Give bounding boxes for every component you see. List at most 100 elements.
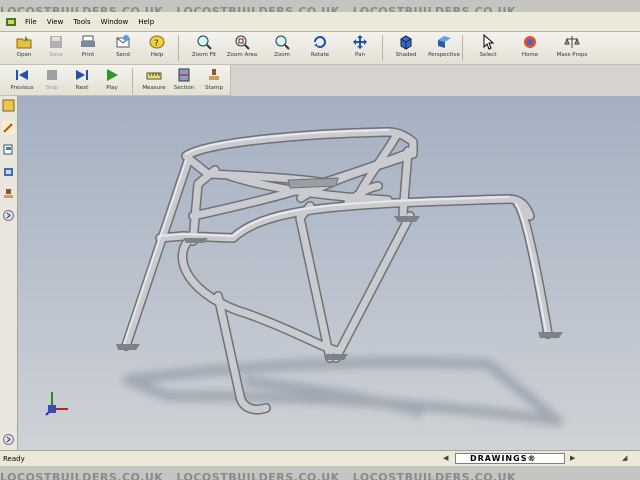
resize-grip-icon[interactable]: ◢: [622, 454, 627, 462]
menu-tools[interactable]: Tools: [68, 18, 95, 26]
menu-window[interactable]: Window: [96, 18, 134, 26]
toolbar-button-label: Measure: [142, 85, 166, 91]
toolbar-button-label: Zoom Area: [226, 52, 258, 58]
roll-cage-model: [45, 127, 563, 426]
play-icon: [107, 69, 118, 81]
toolbar-button-label: Pan: [355, 52, 365, 58]
menu-help[interactable]: Help: [133, 18, 159, 26]
tb-mass-props-button[interactable]: Mass Props: [556, 34, 588, 62]
toolbar-button-label: Home: [521, 52, 539, 58]
toolbar-button-label: Print: [81, 52, 95, 58]
toolbar-button-label: Zoom: [274, 52, 290, 58]
tb-print-button[interactable]: Print: [72, 34, 104, 62]
markup-pen-icon[interactable]: [2, 121, 15, 134]
measure-icon: [146, 72, 162, 80]
tb-shaded-button[interactable]: Shaded: [390, 34, 422, 62]
toolbar-button-label: Play: [106, 85, 118, 91]
watermark-bottom: LOCOSTBUILDERS.CO.UK LOCOSTBUILDERS.CO.U…: [0, 466, 640, 480]
toolbar-button-label: Help: [150, 52, 164, 58]
help-icon: ?: [149, 35, 165, 49]
zoom-icon: [275, 35, 290, 50]
zoom-area-icon: [235, 35, 250, 50]
toolbar-button-label: Rotate: [310, 52, 329, 58]
toolbar-separator: [132, 68, 133, 94]
anim-stamp-button[interactable]: Stamp: [198, 67, 230, 95]
status-bar: Ready ◀ DRAWINGS® ▶ ◢: [0, 450, 640, 467]
tb-pan-button[interactable]: Pan: [344, 34, 376, 62]
animation-toolbar: Previous Stop Next Play Measure Section Stamp: [0, 65, 231, 96]
watermark-top: LOCOSTBUILDERS.CO.UK LOCOSTBUILDERS.CO.U…: [0, 0, 640, 12]
tb-save-button[interactable]: Save: [40, 34, 72, 62]
tb-rotate-button[interactable]: Rotate: [304, 34, 336, 62]
toolbar-button-label: Section: [173, 85, 195, 91]
status-text: Ready: [3, 455, 25, 463]
anim-section-button[interactable]: Section: [168, 67, 200, 95]
anim-stop-button[interactable]: Stop: [36, 67, 68, 95]
tab-scroll-left-icon[interactable]: ◀: [443, 454, 448, 462]
anim-play-button[interactable]: Play: [96, 67, 128, 95]
3d-viewport[interactable]: [18, 96, 640, 450]
perspective-icon: [438, 36, 451, 48]
toolbar-button-label: Stamp: [205, 85, 223, 91]
shaded-cube-icon: [400, 35, 412, 50]
toolbar-button-label: Zoom Fit: [191, 52, 217, 58]
menu-bar: File View Tools Window Help: [0, 12, 640, 32]
toolbar-button-label: Mass Props: [556, 52, 588, 58]
anim-measure-button[interactable]: Measure: [138, 67, 170, 95]
menu-file[interactable]: File: [20, 18, 42, 26]
app-logo-icon: [6, 17, 16, 26]
watermark-text: LOCOSTBUILDERS.CO.UK: [0, 471, 164, 480]
expand-chevron-icon[interactable]: [2, 209, 15, 222]
stamp-icon: [209, 69, 219, 80]
axis-triad-icon: [45, 392, 68, 416]
send-mail-icon: [116, 35, 130, 48]
open-folder-icon: [16, 36, 32, 49]
tb-open-button[interactable]: Open: [8, 34, 40, 62]
tb-perspective-button[interactable]: Perspective: [428, 34, 460, 62]
anim-next-button[interactable]: Next: [66, 67, 98, 95]
toolbar-button-label: Shaded: [395, 52, 417, 58]
mass-props-icon: [564, 36, 580, 48]
svg-text:?: ?: [154, 39, 159, 49]
toolbar-button-label: Select: [479, 52, 497, 58]
toolbar-separator: [178, 35, 179, 61]
anim-previous-button[interactable]: Previous: [6, 67, 38, 95]
drawings-tab-label: DRAWINGS®: [470, 454, 537, 463]
model-tree-icon[interactable]: [2, 99, 15, 112]
drawings-tab[interactable]: DRAWINGS®: [455, 453, 565, 464]
tab-scroll-right-icon[interactable]: ▶: [570, 454, 575, 462]
collapse-chevron-icon[interactable]: [2, 433, 15, 446]
toolbar-button-label: Send: [116, 52, 130, 58]
select-cursor-icon: [483, 34, 495, 50]
previous-icon: [16, 70, 28, 80]
stop-icon: [47, 70, 57, 80]
model-shadow: [123, 357, 563, 426]
rotate-icon: [314, 36, 326, 48]
tb-zoom-button[interactable]: Zoom: [266, 34, 298, 62]
configurations-icon[interactable]: [2, 165, 15, 178]
tb-help-button[interactable]: ? Help: [141, 34, 173, 62]
save-disk-icon: [50, 36, 62, 48]
tb-zoom-fit-button[interactable]: Zoom Fit: [188, 34, 220, 62]
main-toolbar: Open Save Print Send? Help Zoom Fit Zoom Area Z…: [0, 32, 640, 65]
zoom-fit-icon: [197, 35, 212, 50]
stamp-tool-icon[interactable]: [2, 187, 15, 200]
toolbar-button-label: Open: [16, 52, 32, 58]
home-icon: [524, 36, 536, 48]
print-icon: [81, 35, 95, 47]
menu-view[interactable]: View: [42, 18, 69, 26]
toolbar-button-label: Perspective: [428, 52, 460, 58]
toolbar-button-label: Stop: [45, 85, 59, 91]
tb-zoom-area-button[interactable]: Zoom Area: [226, 34, 258, 62]
toolbar-button-label: Previous: [10, 85, 34, 91]
tb-send-button[interactable]: Send: [107, 34, 139, 62]
toolbar-button-label: Next: [75, 85, 89, 91]
left-sidebar: [0, 96, 18, 450]
pan-icon: [353, 35, 367, 49]
sheets-icon[interactable]: [2, 143, 15, 156]
toolbar-button-label: Save: [49, 52, 63, 58]
tb-home-button[interactable]: Home: [514, 34, 546, 62]
section-icon: [178, 68, 190, 82]
tb-select-button[interactable]: Select: [472, 34, 504, 62]
next-icon: [76, 70, 88, 80]
